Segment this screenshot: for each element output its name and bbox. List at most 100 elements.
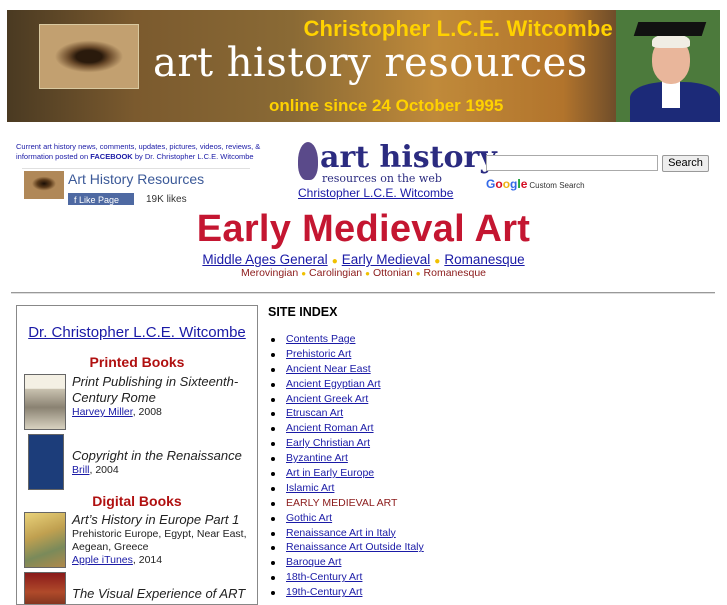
site-index-item: Ancient Egyptian Art: [268, 378, 424, 393]
site-index-link[interactable]: Ancient Egyptian Art: [286, 378, 381, 390]
bullet-icon: [271, 427, 275, 432]
bullet-icon: [271, 516, 275, 521]
site-index-item: Ancient Greek Art: [268, 393, 424, 408]
site-index-item: Renaissance Art Outside Italy: [268, 541, 424, 556]
site-index-current: EARLY MEDIEVAL ART: [286, 496, 398, 509]
site-index-link[interactable]: 18th-Century Art: [286, 571, 362, 583]
site-index-link[interactable]: 19th-Century Art: [286, 586, 362, 598]
horizontal-divider: [11, 292, 715, 294]
site-index-link[interactable]: Islamic Art: [286, 482, 334, 494]
logo-title: art history: [320, 140, 497, 175]
book-description: Prehistoric Europe, Egypt, Near East, Ae…: [72, 528, 247, 553]
banner-author-name: Christopher L.C.E. Witcombe: [303, 16, 613, 41]
book-title: Copyright in the Renaissance: [72, 448, 242, 463]
facebook-link[interactable]: FACEBOOK: [90, 152, 133, 161]
site-index-item: Prehistoric Art: [268, 348, 424, 363]
bullet-icon: [271, 531, 275, 536]
subnav-ottonian[interactable]: Ottonian: [373, 267, 413, 279]
book-cover-visual-experience-art[interactable]: [24, 572, 66, 604]
bullet-icon: [271, 486, 275, 491]
art-history-logo[interactable]: art history resources on the web Christo…: [298, 140, 497, 202]
site-index-link[interactable]: Gothic Art: [286, 512, 332, 524]
site-index-link[interactable]: Baroque Art: [286, 556, 341, 568]
site-index-item: Art in Early Europe: [268, 467, 424, 482]
facebook-page-thumbnail[interactable]: [24, 171, 64, 199]
book-title: Art’s History in Europe Part 1: [72, 512, 240, 527]
site-index-heading: SITE INDEX: [268, 305, 338, 319]
subnav-merovingian[interactable]: Merovingian: [241, 267, 298, 279]
site-banner[interactable]: Christopher L.C.E. Witcombe art history …: [7, 10, 720, 122]
book-title: Print Publishing in Sixteenth-Century Ro…: [72, 374, 239, 405]
facebook-like-count: 19K likes: [146, 194, 187, 205]
bullet-icon: [271, 338, 275, 342]
page-title: Early Medieval Art: [196, 208, 531, 250]
search-input[interactable]: [486, 155, 658, 171]
site-index-link[interactable]: Ancient Near East: [286, 363, 371, 375]
facebook-like-button[interactable]: f Like Page: [68, 193, 134, 205]
nav-separator-dot: ●: [434, 256, 441, 267]
bullet-icon: [271, 442, 275, 447]
facebook-note: Current art history news, comments, upda…: [16, 142, 261, 161]
site-index-link[interactable]: Early Christian Art: [286, 437, 370, 449]
site-index-item: Early Christian Art: [268, 437, 424, 452]
venus-figure-icon: [298, 142, 318, 180]
search-button[interactable]: Search: [662, 155, 709, 172]
site-index-link[interactable]: Art in Early Europe: [286, 467, 374, 479]
subnav-romanesque[interactable]: Romanesque: [424, 267, 486, 279]
banner-online-since: online since 24 October 1995: [269, 96, 504, 115]
site-index-item: 19th-Century Art: [268, 586, 424, 601]
books-author-link[interactable]: Dr. Christopher L.C.E. Witcombe: [17, 324, 257, 341]
subnav-separator-dot: ●: [415, 269, 421, 278]
site-index-item: Contents Page: [268, 333, 424, 348]
bullet-icon: [271, 367, 275, 372]
site-index-list: Contents Page Prehistoric Art Ancient Near…: [268, 333, 424, 601]
book-cover-print-publishing[interactable]: [24, 374, 66, 430]
site-index-item: Gothic Art: [268, 512, 424, 527]
book-cover-arts-history-europe[interactable]: [24, 512, 66, 568]
bullet-icon: [271, 546, 275, 551]
site-index-item: Islamic Art: [268, 482, 424, 497]
book-cover-copyright-renaissance[interactable]: [28, 434, 64, 490]
publisher-link[interactable]: Brill: [72, 464, 90, 476]
site-index-item: 18th-Century Art: [268, 571, 424, 586]
site-index-item: Baroque Art: [268, 556, 424, 571]
site-index-item: Etruscan Art: [268, 407, 424, 422]
period-subnav: Merovingian ● Carolingian ● Ottonian ● Romanes…: [0, 267, 727, 279]
publisher-link[interactable]: Apple iTunes: [72, 554, 133, 566]
bullet-icon: [271, 397, 275, 402]
nav-romanesque[interactable]: Romanesque: [444, 252, 524, 267]
site-index-link[interactable]: Etruscan Art: [286, 407, 343, 419]
facebook-page-name[interactable]: Art History Resources: [68, 171, 204, 187]
logo-subtitle: resources on the web: [322, 172, 442, 185]
bullet-icon: [271, 457, 275, 462]
site-index-item: Ancient Roman Art: [268, 422, 424, 437]
site-index-link[interactable]: Prehistoric Art: [286, 348, 351, 360]
bullet-icon: [271, 412, 275, 417]
subnav-separator-dot: ●: [365, 269, 370, 278]
google-logo: Google: [486, 177, 528, 191]
facebook-page-widget[interactable]: Art History Resources f Like Page 19K li…: [22, 168, 250, 205]
bullet-icon: [271, 591, 275, 596]
digital-books-heading: Digital Books: [92, 493, 182, 509]
nav-middle-ages-general[interactable]: Middle Ages General: [202, 252, 327, 267]
site-index-link[interactable]: Renaissance Art in Italy: [286, 527, 396, 539]
site-index-link[interactable]: Ancient Roman Art: [286, 422, 374, 434]
bullet-icon: [271, 472, 275, 477]
google-custom-search-label: Google Custom Search: [486, 177, 585, 191]
nav-early-medieval[interactable]: Early Medieval: [342, 252, 431, 267]
printed-books-heading: Printed Books: [89, 354, 185, 370]
subnav-carolingian[interactable]: Carolingian: [309, 267, 362, 279]
bullet-icon: [271, 352, 275, 357]
site-index-link[interactable]: Ancient Greek Art: [286, 393, 368, 405]
site-index-item: Byzantine Art: [268, 452, 424, 467]
facebook-block: Current art history news, comments, upda…: [16, 142, 272, 205]
site-index-link[interactable]: Contents Page: [286, 333, 355, 345]
bullet-icon: [271, 561, 275, 566]
site-index-link[interactable]: Byzantine Art: [286, 452, 348, 464]
site-index-link[interactable]: Renaissance Art Outside Italy: [286, 541, 424, 553]
books-sidebar: Dr. Christopher L.C.E. Witcombe Printed …: [16, 305, 258, 605]
section-nav: Middle Ages General ● Early Medieval ● Roman…: [0, 252, 727, 267]
logo-author-link[interactable]: Christopher L.C.E. Witcombe: [298, 186, 453, 200]
banner-site-title: art history resources: [153, 40, 588, 86]
publisher-link[interactable]: Harvey Miller: [72, 406, 133, 418]
